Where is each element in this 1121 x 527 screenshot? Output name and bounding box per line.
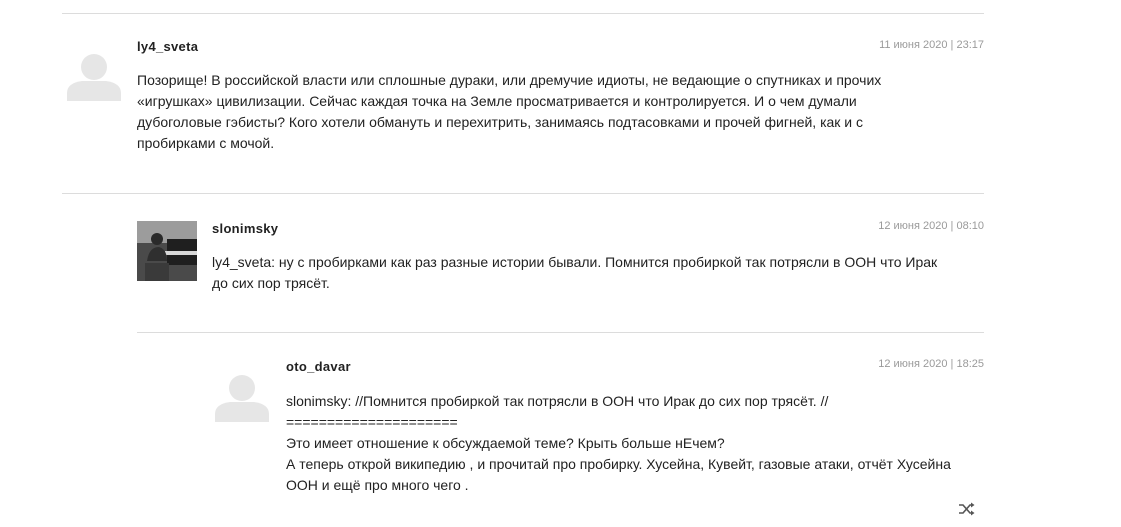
comment-author[interactable]: ly4_sveta: [137, 39, 198, 54]
comment-author[interactable]: slonimsky: [212, 221, 278, 236]
comment-line: =====================: [286, 414, 458, 430]
default-avatar-icon[interactable]: [64, 45, 124, 105]
comment-line: Это имеет отношение к обсуждаемой теме? …: [286, 435, 725, 451]
comment-reply: slonimsky 12 июня 2020 | 08:10 ly4_sveta…: [0, 194, 1121, 332]
comment-date: 12 июня 2020 | 18:25: [878, 358, 984, 370]
comment: ly4_sveta 11 июня 2020 | 23:17 Позорище!…: [0, 0, 1121, 190]
comment-text: Позорище! В российской власти или сплошн…: [137, 70, 937, 154]
comment-line: А теперь открой википедию , и прочитай п…: [286, 456, 951, 493]
pianist-photo-avatar[interactable]: [137, 221, 197, 281]
comment-text: slonimsky: //Помнится пробиркой так потр…: [286, 391, 966, 496]
comment-paragraph: ly4_sveta: ну с пробирками как раз разны…: [212, 254, 938, 291]
comment-date: 12 июня 2020 | 08:10: [878, 220, 984, 232]
comment-reply-nested: oto_davar 12 июня 2020 | 18:25 slonimsky…: [0, 333, 1121, 527]
comment-text: ly4_sveta: ну с пробирками как раз разны…: [212, 252, 952, 294]
comment-paragraph: Позорище! В российской власти или сплошн…: [137, 72, 882, 151]
shuffle-icon[interactable]: [958, 502, 976, 516]
default-avatar-icon[interactable]: [212, 366, 272, 426]
comments-page: ly4_sveta 11 июня 2020 | 23:17 Позорище!…: [0, 0, 1121, 527]
comment-date: 11 июня 2020 | 23:17: [879, 39, 984, 51]
comment-author[interactable]: oto_davar: [286, 359, 351, 374]
comment-line: slonimsky: //Помнится пробиркой так потр…: [286, 393, 829, 409]
